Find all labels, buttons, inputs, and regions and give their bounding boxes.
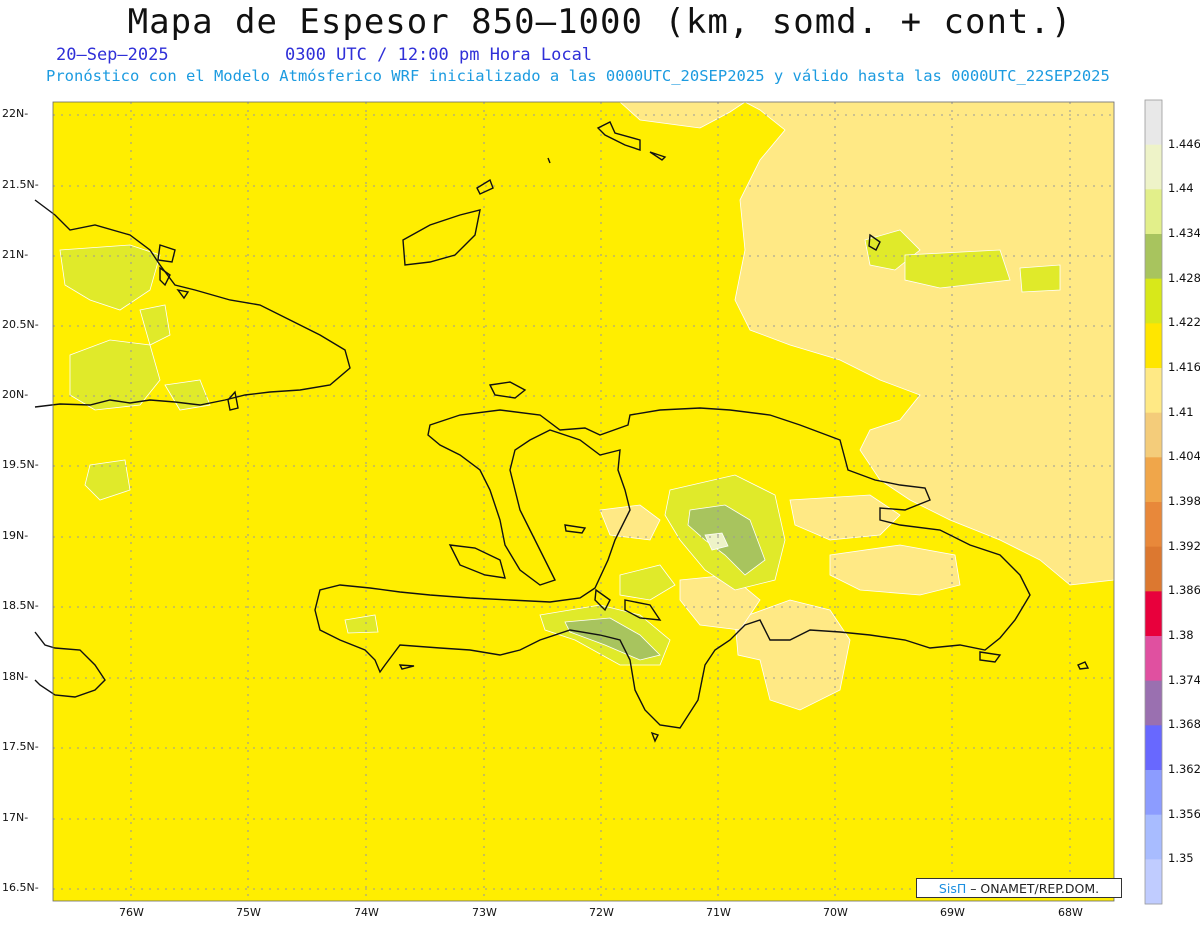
lon-label: 76W bbox=[119, 906, 144, 919]
lon-label: 74W bbox=[354, 906, 379, 919]
colorbar-label: 1.398 bbox=[1168, 494, 1200, 508]
colorbar-swatch bbox=[1145, 368, 1162, 414]
colorbar-swatch bbox=[1145, 412, 1162, 458]
colorbar-swatch bbox=[1145, 144, 1162, 190]
lon-label: 68W bbox=[1058, 906, 1083, 919]
colorbar-swatch bbox=[1145, 636, 1162, 682]
colorbar-swatch bbox=[1145, 859, 1162, 905]
colorbar bbox=[1144, 99, 1163, 905]
credit-sis: SisΠ bbox=[938, 881, 967, 896]
lon-label: 75W bbox=[236, 906, 261, 919]
credit-box: SisΠ – ONAMET/REP.DOM. bbox=[916, 878, 1122, 898]
lat-label: 18.5N- bbox=[2, 599, 39, 612]
colorbar-label: 1.404 bbox=[1168, 449, 1200, 464]
lat-label: 21N- bbox=[2, 248, 29, 261]
colorbar-label: 1.35 bbox=[1168, 851, 1194, 866]
colorbar-label: 1.368 bbox=[1168, 717, 1200, 732]
colorbar-label: 1.386 bbox=[1168, 583, 1200, 598]
colorbar-label: 1.446 bbox=[1168, 136, 1200, 151]
credit-text: – ONAMET/REP.DOM. bbox=[966, 881, 1100, 896]
colorbar-swatch bbox=[1145, 323, 1162, 369]
colorbar-swatch bbox=[1145, 457, 1162, 503]
colorbar-swatch bbox=[1145, 546, 1162, 592]
lat-label: 19N- bbox=[2, 529, 29, 542]
colorbar-swatch bbox=[1145, 814, 1162, 860]
lat-label: 22N- bbox=[2, 107, 29, 120]
colorbar-label: 1.41 bbox=[1168, 404, 1194, 419]
colorbar-label: 1.362 bbox=[1168, 762, 1200, 776]
colorbar-swatch bbox=[1145, 100, 1162, 146]
colorbar-swatch bbox=[1145, 680, 1162, 726]
colorbar-swatch bbox=[1145, 725, 1162, 771]
region-higher-turks-3 bbox=[1019, 264, 1061, 293]
colorbar-label: 1.422 bbox=[1168, 315, 1200, 330]
colorbar-swatch bbox=[1145, 591, 1162, 637]
lat-label: 16.5N- bbox=[2, 881, 39, 894]
colorbar-label: 1.356 bbox=[1168, 806, 1200, 821]
lat-label: 17N- bbox=[2, 811, 29, 824]
colorbar-label: 1.392 bbox=[1168, 538, 1200, 553]
colorbar-label: 1.428 bbox=[1168, 270, 1200, 285]
lat-label: 17.5N- bbox=[2, 740, 39, 753]
colorbar-swatch bbox=[1145, 234, 1162, 280]
lat-label: 19.5N- bbox=[2, 458, 39, 471]
colorbar-swatch bbox=[1145, 502, 1162, 548]
thickness-map bbox=[0, 0, 1200, 927]
colorbar-label: 1.38 bbox=[1168, 628, 1194, 642]
lat-label: 20N- bbox=[2, 388, 29, 401]
colorbar-label: 1.416 bbox=[1168, 360, 1200, 374]
colorbar-label: 1.434 bbox=[1168, 226, 1200, 240]
lon-label: 70W bbox=[823, 906, 848, 919]
lon-label: 73W bbox=[472, 906, 497, 919]
colorbar-swatch bbox=[1145, 189, 1162, 235]
lon-label: 71W bbox=[706, 906, 731, 919]
colorbar-swatch bbox=[1145, 770, 1162, 816]
lat-label: 18N- bbox=[2, 670, 29, 683]
colorbar-label: 1.374 bbox=[1168, 672, 1200, 687]
lon-label: 69W bbox=[940, 906, 965, 919]
colorbar-swatch bbox=[1145, 278, 1162, 324]
lat-label: 20.5N- bbox=[2, 318, 39, 331]
lon-label: 72W bbox=[589, 906, 614, 919]
colorbar-label: 1.44 bbox=[1168, 181, 1194, 196]
lat-label: 21.5N- bbox=[2, 178, 39, 191]
